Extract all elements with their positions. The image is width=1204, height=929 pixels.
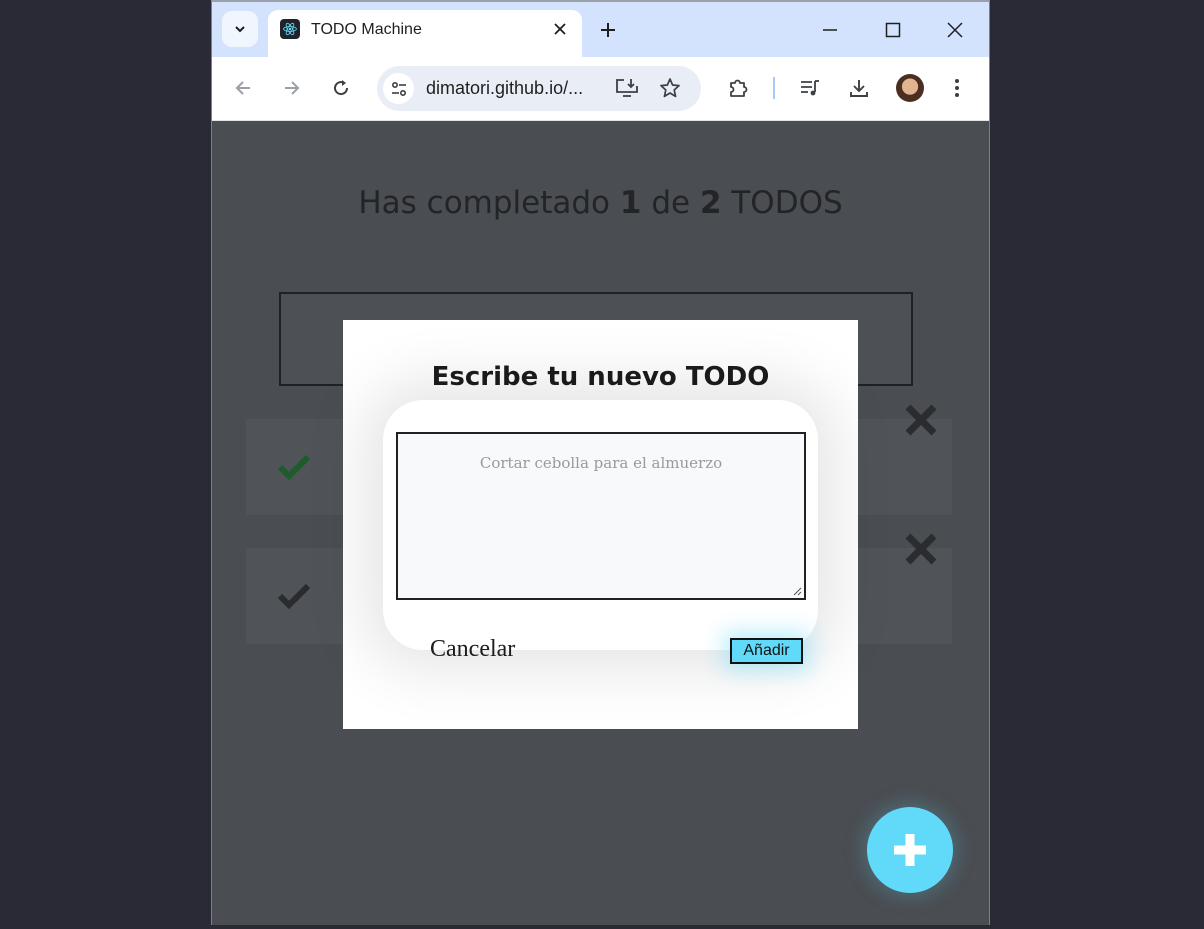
counter-middle: de xyxy=(641,185,700,221)
back-button[interactable] xyxy=(229,74,257,102)
chevron-down-icon xyxy=(235,26,245,33)
address-bar[interactable]: dimatori.github.io/... xyxy=(377,66,701,111)
react-logo-icon xyxy=(280,19,300,39)
cancel-button[interactable]: Cancelar xyxy=(430,636,515,663)
puzzle-icon xyxy=(730,79,748,97)
maximize-icon xyxy=(885,22,901,38)
new-tab-button[interactable] xyxy=(596,18,620,42)
extensions-button[interactable] xyxy=(724,74,752,102)
new-todo-textarea[interactable]: Cortar cebolla para el almuerzo xyxy=(396,432,806,600)
minimize-button[interactable] xyxy=(815,16,845,44)
browser-menu-button[interactable] xyxy=(943,74,971,102)
counter-suffix: TODOS xyxy=(721,185,843,221)
download-icon xyxy=(850,80,868,97)
install-app-button[interactable] xyxy=(613,74,641,102)
maximize-button[interactable] xyxy=(878,16,908,44)
close-icon xyxy=(554,23,566,35)
media-controls-button[interactable] xyxy=(796,74,824,102)
downloads-button[interactable] xyxy=(845,74,873,102)
textarea-placeholder: Cortar cebolla para el almuerzo xyxy=(479,454,723,472)
plus-icon xyxy=(601,23,615,37)
add-button[interactable]: Añadir xyxy=(730,638,803,664)
delete-icon[interactable] xyxy=(903,531,939,567)
check-icon[interactable] xyxy=(276,578,312,614)
more-vertical-icon xyxy=(955,79,959,97)
new-todo-modal: Escribe tu nuevo TODO Cortar cebolla par… xyxy=(343,320,858,729)
tab-close-button[interactable] xyxy=(550,19,570,39)
tab-todo-machine[interactable]: TODO Machine xyxy=(268,10,582,57)
resize-grip-icon[interactable] xyxy=(792,586,802,596)
browser-toolbar: dimatori.github.io/... xyxy=(212,57,989,121)
tune-icon xyxy=(391,81,406,96)
reload-icon xyxy=(334,80,349,96)
page-content: Has completado 1 de 2 TODOS Escribe tu n… xyxy=(212,121,989,925)
todo-counter: Has completado 1 de 2 TODOS xyxy=(212,185,989,221)
browser-window: TODO Machine dimatori.github.io/... Has … xyxy=(211,0,990,925)
install-desktop-icon xyxy=(616,79,638,97)
tab-title: TODO Machine xyxy=(311,21,422,38)
toolbar-divider xyxy=(773,77,775,99)
queue-music-icon xyxy=(801,80,819,96)
title-bar: TODO Machine xyxy=(212,2,989,57)
arrow-right-icon xyxy=(285,81,300,95)
close-icon xyxy=(947,22,963,38)
tab-search-button[interactable] xyxy=(222,11,258,47)
close-window-button[interactable] xyxy=(940,16,970,44)
minimize-icon xyxy=(823,29,837,31)
bookmark-button[interactable] xyxy=(656,74,684,102)
total-count: 2 xyxy=(699,185,722,221)
delete-icon[interactable] xyxy=(903,402,939,438)
reload-button[interactable] xyxy=(327,74,355,102)
forward-button[interactable] xyxy=(278,74,306,102)
profile-avatar[interactable] xyxy=(896,74,924,102)
site-info-button[interactable] xyxy=(383,73,414,104)
counter-prefix: Has completado xyxy=(358,185,620,221)
arrow-left-icon xyxy=(235,81,250,95)
star-icon xyxy=(660,78,680,98)
plus-icon xyxy=(894,834,926,866)
modal-title: Escribe tu nuevo TODO xyxy=(431,362,770,392)
completed-count: 1 xyxy=(619,185,642,221)
create-todo-button[interactable] xyxy=(867,807,953,893)
url-text[interactable]: dimatori.github.io/... xyxy=(426,78,583,99)
check-icon[interactable] xyxy=(276,449,312,485)
